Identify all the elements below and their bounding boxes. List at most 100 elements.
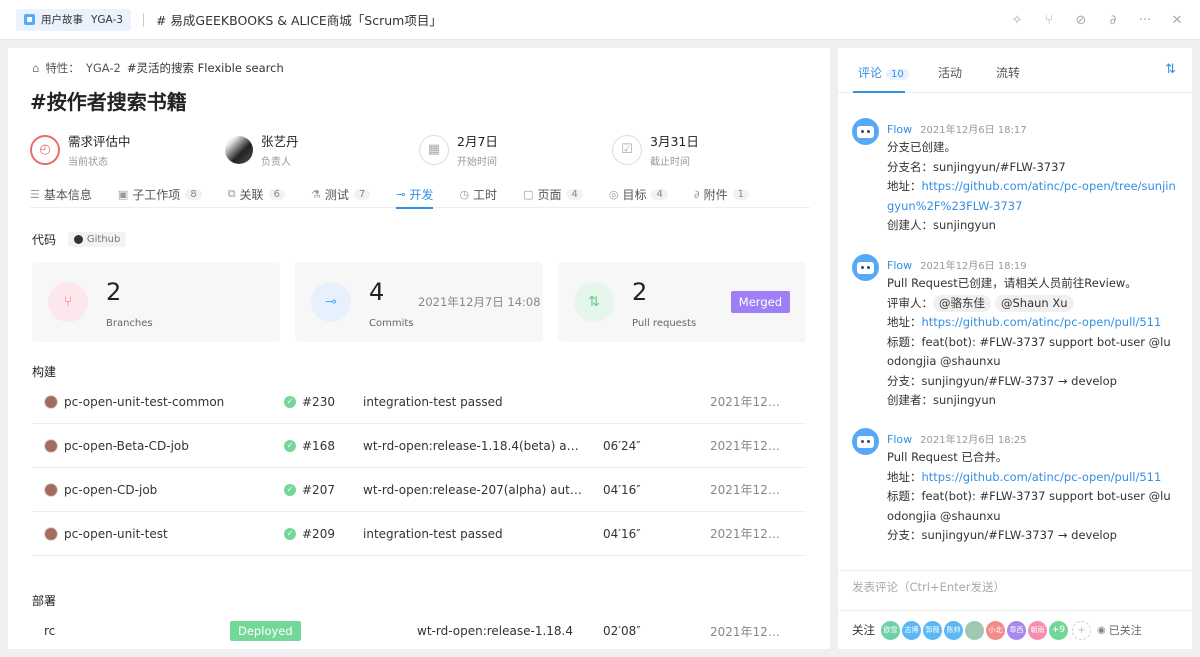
- tab-comments[interactable]: 评论 10: [858, 64, 909, 81]
- tab-flow[interactable]: 流转: [996, 64, 1020, 81]
- build-number[interactable]: #230: [302, 395, 335, 409]
- comment-author[interactable]: Flow: [887, 259, 912, 272]
- tab-count: 4: [651, 188, 668, 200]
- robot-icon: [857, 435, 874, 448]
- tab-relations[interactable]: ⧉ 关联 6: [228, 180, 285, 208]
- mention-tag[interactable]: @Shaun Xu: [995, 294, 1074, 312]
- status-property[interactable]: ◴ 需求评估中 当前状态: [30, 131, 131, 168]
- build-date: 2021年12月6日: [710, 483, 790, 497]
- build-name[interactable]: pc-open-unit-test: [64, 527, 168, 541]
- table-row[interactable]: pc-open-CD-job ✓ #207 wt-rd-open:release…: [32, 468, 806, 512]
- field-label: 创建人：: [887, 218, 933, 232]
- tab-count: 1: [732, 188, 749, 200]
- build-name[interactable]: pc-open-unit-test-common: [64, 395, 224, 409]
- avatar[interactable]: 陈帅: [944, 620, 963, 640]
- add-follower-icon[interactable]: +: [1072, 620, 1091, 640]
- link-icon[interactable]: ⊘: [1072, 11, 1090, 29]
- build-name[interactable]: pc-open-Beta-CD-job: [64, 439, 189, 453]
- start-date-label: 开始时间: [457, 157, 497, 168]
- due-date-property[interactable]: ☑ 3月31日 截止时间: [612, 131, 699, 168]
- table-row[interactable]: rc Deployed wt-rd-open:release-1.18.4 02…: [32, 609, 806, 649]
- build-number[interactable]: #209: [302, 527, 335, 541]
- tab-attachments[interactable]: ∂ 附件 1: [694, 180, 749, 208]
- pull-request-title: feat(bot): #FLW-3737 support bot-user @l…: [887, 334, 1171, 369]
- build-number[interactable]: #168: [302, 439, 335, 453]
- due-date-value: 3月31日: [650, 134, 699, 149]
- table-row[interactable]: pc-open-unit-test-common ✓ #230 integrat…: [32, 380, 806, 424]
- avatar[interactable]: 欧雪: [881, 620, 900, 640]
- pull-request-link[interactable]: https://github.com/atinc/pc-open/pull/51…: [922, 315, 1162, 329]
- assignee-property[interactable]: 张艺丹 负责人: [225, 131, 299, 168]
- clock-icon: ◴: [30, 134, 60, 165]
- more-icon[interactable]: ···: [1136, 11, 1154, 29]
- tab-activity[interactable]: 活动: [938, 64, 962, 81]
- tab-worklog[interactable]: ◷ 工时: [459, 180, 497, 208]
- tab-pages[interactable]: ▢ 页面 4: [523, 180, 583, 208]
- avatar[interactable]: 小北: [986, 620, 1005, 640]
- page-title[interactable]: #按作者搜索书籍: [30, 86, 187, 115]
- breadcrumb-parent-code[interactable]: YGA-2: [86, 61, 121, 75]
- pull-requests-label: Pull requests: [632, 318, 697, 329]
- tab-development[interactable]: ⊸ 开发: [396, 180, 434, 209]
- detail-tabs: ☰ 基本信息 ▣ 子工作项 8 ⧉ 关联 6 ⚗ 测试 7 ⊸ 开发 ◷ 工时 ▢ 页面 4 ◎ 目标 4…: [30, 180, 810, 209]
- branch-link[interactable]: https://github.com/atinc/pc-open/tree/su…: [887, 179, 1176, 213]
- status-label: 当前状态: [68, 157, 108, 168]
- mention-tag[interactable]: @骆东佳: [933, 294, 991, 312]
- success-icon: ✓: [284, 527, 296, 540]
- breadcrumb-parent-title[interactable]: #灵活的搜索 Flexible search: [127, 60, 284, 76]
- tab-label: 附件: [703, 187, 728, 202]
- avatar[interactable]: 朝雨: [1028, 620, 1047, 640]
- start-date-property[interactable]: ▦ 2月7日 开始时间: [419, 131, 498, 168]
- bot-avatar: [852, 254, 879, 281]
- avatar[interactable]: 郭薇: [923, 620, 942, 640]
- field-label: 分支：: [887, 528, 922, 542]
- field-label: 地址：: [887, 315, 922, 329]
- comment-author[interactable]: Flow: [887, 123, 912, 136]
- comment-author[interactable]: Flow: [887, 433, 912, 446]
- branch-icon[interactable]: ⑂: [1040, 11, 1058, 29]
- branches-count: 2: [106, 278, 122, 306]
- avatar[interactable]: 章西: [1007, 620, 1026, 640]
- more-followers-count[interactable]: +9: [1049, 620, 1068, 640]
- due-date-label: 截止时间: [650, 157, 690, 168]
- github-badge[interactable]: Github: [67, 232, 127, 247]
- pull-requests-count: 2: [632, 278, 648, 306]
- build-duration: 04′16″: [603, 526, 641, 541]
- work-item-code: YGA-3: [91, 13, 123, 26]
- attachment-icon[interactable]: ∂: [1104, 11, 1122, 29]
- pull-requests-card[interactable]: ⇅ 2 Pull requests Merged: [558, 262, 806, 342]
- github-icon: [73, 235, 83, 244]
- tab-goals[interactable]: ◎ 目标 4: [609, 180, 668, 208]
- branches-card[interactable]: ⑂ 2 Branches: [32, 262, 280, 342]
- avatar[interactable]: 志博: [902, 620, 921, 640]
- commits-card[interactable]: ⊸ 4 Commits 2021年12月7日 14:08: [295, 262, 543, 342]
- relation-icon: ⧉: [227, 187, 236, 200]
- tab-sub-items[interactable]: ▣ 子工作项 8: [118, 180, 202, 208]
- active-tab-indicator: [853, 91, 905, 93]
- build-duration: 04′16″: [603, 482, 641, 497]
- field-label: 地址：: [887, 469, 922, 484]
- pin-icon[interactable]: ✧: [1008, 11, 1026, 29]
- avatar: [225, 135, 253, 164]
- follow-status-button[interactable]: 已关注: [1109, 622, 1142, 638]
- tab-basic-info[interactable]: ☰ 基本信息: [30, 180, 92, 208]
- sort-icon[interactable]: ⇅: [1165, 62, 1176, 77]
- pull-request-link[interactable]: https://github.com/atinc/pc-open/pull/51…: [922, 470, 1162, 484]
- branches-label: Branches: [106, 318, 153, 329]
- avatar: [44, 394, 58, 409]
- deploy-env: rc: [44, 624, 56, 638]
- avatar[interactable]: [965, 620, 984, 640]
- build-number[interactable]: #207: [302, 483, 335, 497]
- build-name[interactable]: pc-open-CD-job: [64, 483, 157, 497]
- table-row[interactable]: pc-open-unit-test ✓ #209 integration-tes…: [32, 512, 806, 556]
- table-row[interactable]: pc-open-Beta-CD-job ✓ #168 wt-rd-open:re…: [32, 424, 806, 468]
- deploy-description: wt-rd-open:release-1.18.4: [417, 624, 573, 638]
- home-icon[interactable]: ⌂: [32, 61, 39, 75]
- project-title[interactable]: # 易成GEEKBOOKS & ALICE商城「Scrum项目」: [156, 10, 442, 29]
- close-icon[interactable]: ✕: [1168, 11, 1186, 29]
- deploy-date: 2021年12月6日: [710, 624, 790, 639]
- tab-tests[interactable]: ⚗ 测试 7: [311, 180, 371, 208]
- work-item-type-tag[interactable]: 用户故事 YGA-3: [16, 8, 131, 31]
- comment-input[interactable]: 发表评论（Ctrl+Enter发送）: [838, 570, 1192, 610]
- comment-time: 2021年12月6日 18:19: [920, 261, 1027, 272]
